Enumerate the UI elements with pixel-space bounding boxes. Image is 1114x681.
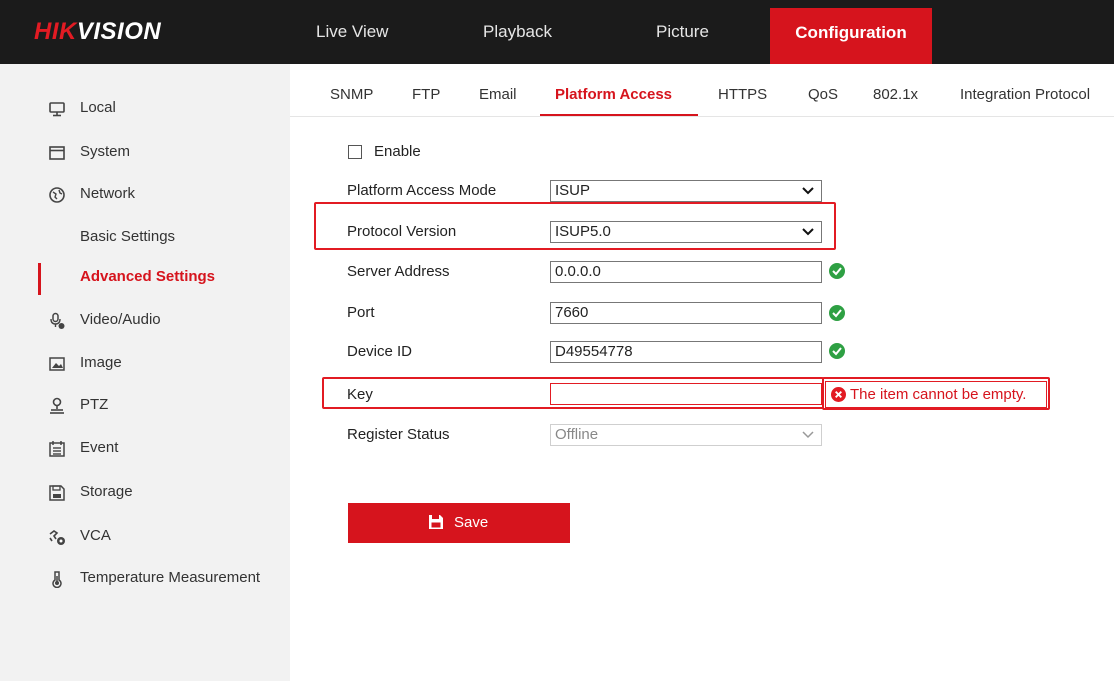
sidebar-item-video-audio[interactable]: Video/Audio [0,300,290,340]
nav-picture[interactable]: Picture [656,0,709,64]
sidebar-item-system[interactable]: System [0,132,290,172]
sidebar-item-local[interactable]: Local [0,88,290,128]
error-icon [831,387,846,402]
nav-playback[interactable]: Playback [483,0,552,64]
save-label: Save [454,514,489,531]
sidebar-subitem-label: Basic Settings [80,228,176,245]
tab-divider [290,116,1114,117]
sidebar-subitem-basic-settings[interactable]: Basic Settings [0,217,290,257]
ptz-camera-icon [50,397,64,414]
protocol-version-select[interactable]: ISUP5.0 [550,221,822,243]
sidebar-item-temperature-measurement[interactable]: Temperature Measurement [0,558,290,598]
key-label: Key [347,386,373,403]
server-address-input[interactable]: 0.0.0.0 [550,261,822,283]
server-address-label: Server Address [347,263,450,280]
enable-label: Enable [374,143,421,160]
error-text: The item cannot be empty. [850,386,1027,403]
tab-email[interactable]: Email [479,74,517,116]
sidebar-item-label: PTZ [80,396,109,413]
active-marker [38,263,41,295]
microphone-icon [50,312,65,329]
chevron-down-icon [802,431,814,439]
port-label: Port [347,304,375,321]
enable-checkbox[interactable] [348,145,362,159]
sidebar-item-label: Image [80,354,122,371]
sidebar-item-label: Temperature Measurement [80,569,261,586]
sidebar-item-label: System [80,143,131,160]
tab-qos[interactable]: QoS [808,74,838,116]
tab-snmp[interactable]: SNMP [330,74,373,116]
top-navigation-bar: HIKVISION Live View Playback Picture Con… [0,0,1114,64]
sidebar-item-storage[interactable]: Storage [0,472,290,512]
check-circle-icon [829,263,845,279]
device-id-input[interactable]: D49554778 [550,341,822,363]
tab-https[interactable]: HTTPS [718,74,767,116]
sidebar-item-network[interactable]: Network [0,174,290,214]
register-status-label: Register Status [347,426,450,443]
chevron-down-icon [802,187,814,195]
key-input[interactable] [550,383,822,405]
window-icon [49,146,65,160]
sidebar-item-event[interactable]: Event [0,428,290,468]
chevron-down-icon [802,228,814,236]
platform-access-mode-select[interactable]: ISUP [550,180,822,202]
sidebar-item-vca[interactable]: VCA [0,516,290,556]
nav-configuration[interactable]: Configuration [770,8,932,64]
monitor-icon [49,102,65,117]
sidebar-item-image[interactable]: Image [0,343,290,383]
sidebar-item-label: Storage [80,483,133,500]
sidebar-subitem-advanced-settings[interactable]: Advanced Settings [0,257,290,297]
sidebar-item-ptz[interactable]: PTZ [0,385,290,425]
hikvision-logo: HIKVISION [34,18,162,45]
sidebar-item-label: Video/Audio [80,311,161,328]
thermometer-icon [52,571,62,588]
picture-icon [49,357,65,371]
tab-802-1x[interactable]: 802.1x [873,74,918,116]
vca-icon [49,530,65,545]
check-circle-icon [829,305,845,321]
globe-icon [49,187,65,203]
floppy-disk-icon [429,515,443,529]
device-id-label: Device ID [347,343,413,360]
calendar-icon [49,441,65,457]
port-input[interactable]: 7660 [550,302,822,324]
sidebar-item-label: Event [80,439,119,456]
check-circle-icon [829,343,845,359]
register-status-select: Offline [550,424,822,446]
nav-live-view[interactable]: Live View [316,0,388,64]
sidebar-item-label: VCA [80,527,111,544]
save-button[interactable]: Save [348,503,570,543]
tab-ftp[interactable]: FTP [412,74,440,116]
tab-integration-protocol[interactable]: Integration Protocol [960,74,1090,116]
sidebar-item-label: Local [80,99,116,116]
storage-icon [49,485,65,501]
sidebar-subitem-label: Advanced Settings [80,268,216,285]
protocol-version-label: Protocol Version [347,223,457,240]
active-tab-underline [540,114,698,116]
sidebar-item-label: Network [80,185,136,202]
platform-access-mode-label: Platform Access Mode [347,182,497,199]
tab-platform-access[interactable]: Platform Access [555,74,672,116]
key-error-message: The item cannot be empty. [825,381,1047,408]
